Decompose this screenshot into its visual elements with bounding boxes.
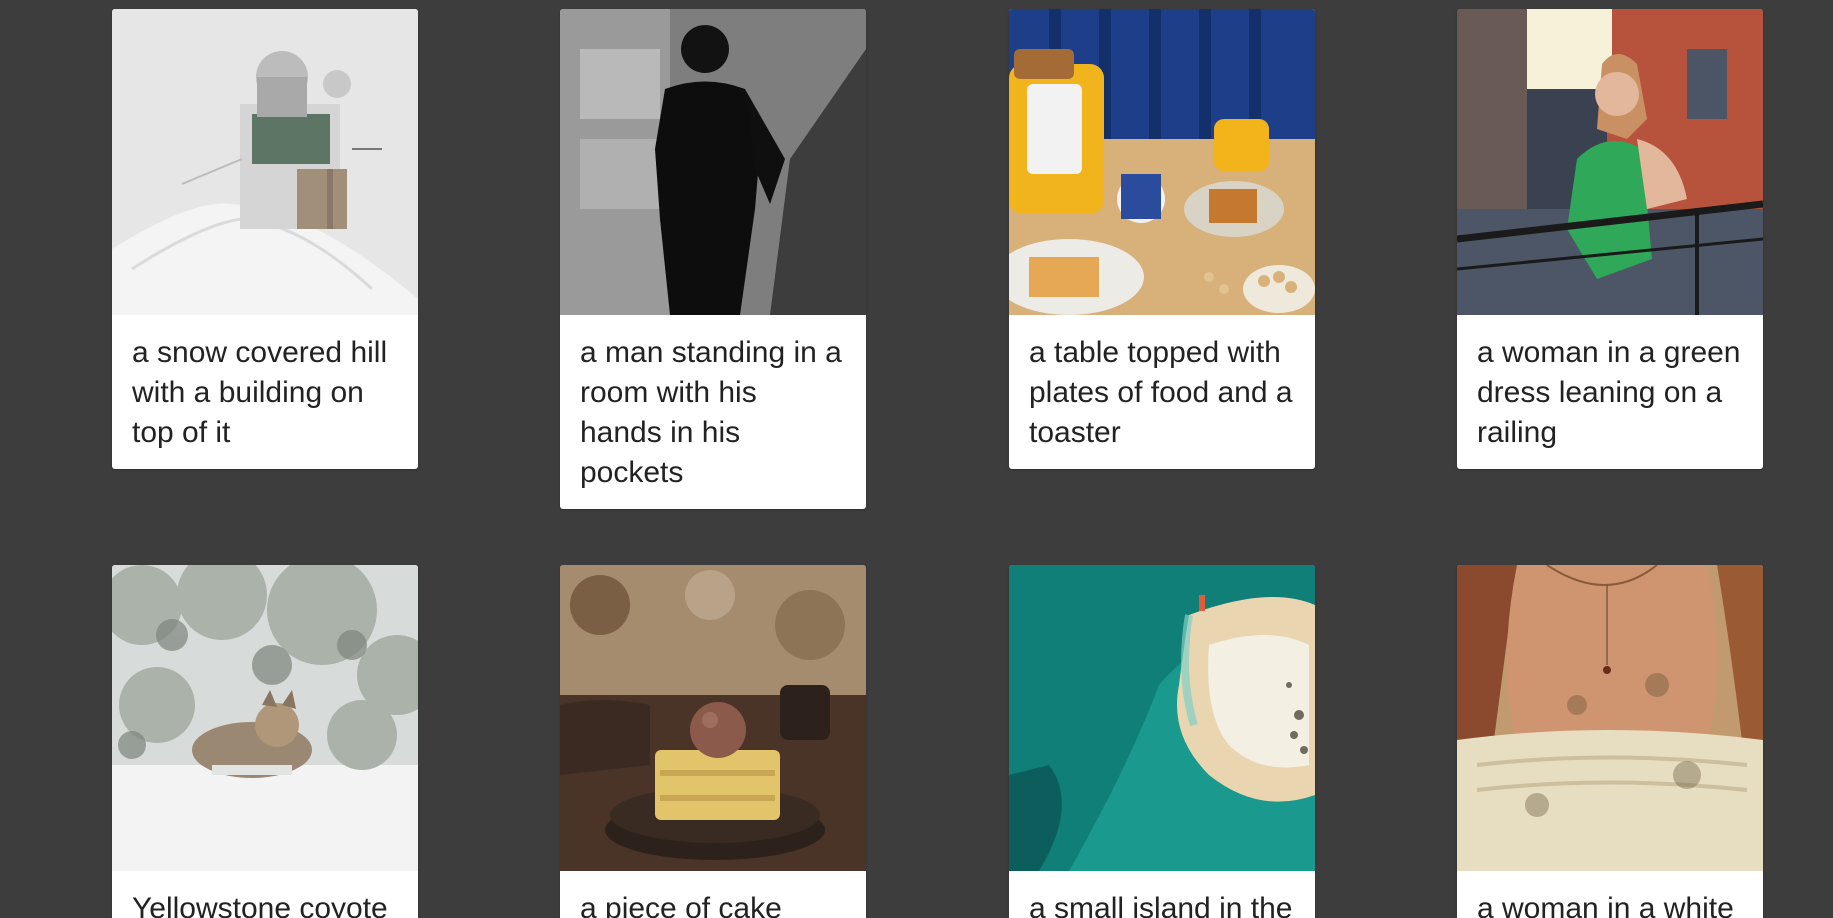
image-grid: a snow covered hill with a building on t… (0, 0, 1833, 918)
image-card[interactable]: a woman in a green dress leaning on a ra… (1457, 9, 1763, 469)
image-card[interactable]: a table topped with plates of food and a… (1009, 9, 1315, 469)
image-card[interactable]: a man standing in a room with his hands … (560, 9, 866, 509)
card-image[interactable] (112, 565, 418, 871)
card-image[interactable] (1009, 9, 1315, 315)
card-caption: a snow covered hill with a building on t… (132, 336, 388, 449)
coyote-snow-image (112, 565, 418, 871)
card-caption: a man standing in a room with his hands … (580, 336, 842, 489)
card-caption: a small island in the (1029, 892, 1293, 918)
image-card[interactable]: a snow covered hill with a building on t… (112, 9, 418, 469)
card-caption: a woman in a white (1477, 892, 1734, 918)
image-card[interactable]: a small island in the (1009, 565, 1315, 918)
man-silhouette-image (560, 9, 866, 315)
woman-green-dress-image (1457, 9, 1763, 315)
snow-hill-building-image (112, 9, 418, 315)
card-caption: a table topped with plates of food and a… (1029, 336, 1293, 449)
breakfast-table-image (1009, 9, 1315, 315)
card-image[interactable] (560, 565, 866, 871)
card-image[interactable] (1457, 565, 1763, 871)
card-caption: a woman in a green dress leaning on a ra… (1477, 336, 1741, 449)
image-card[interactable]: Yellowstone coyote (112, 565, 418, 918)
card-caption: Yellowstone coyote (132, 892, 388, 918)
woman-white-dress-image (1457, 565, 1763, 871)
card-image[interactable] (1457, 9, 1763, 315)
card-image[interactable] (112, 9, 418, 315)
card-image[interactable] (1009, 565, 1315, 871)
card-image[interactable] (560, 9, 866, 315)
image-card[interactable]: a woman in a white (1457, 565, 1763, 918)
cake-dessert-image (560, 565, 866, 871)
image-card[interactable]: a piece of cake (560, 565, 866, 918)
card-caption: a piece of cake (580, 892, 782, 918)
island-aerial-image (1009, 565, 1315, 871)
